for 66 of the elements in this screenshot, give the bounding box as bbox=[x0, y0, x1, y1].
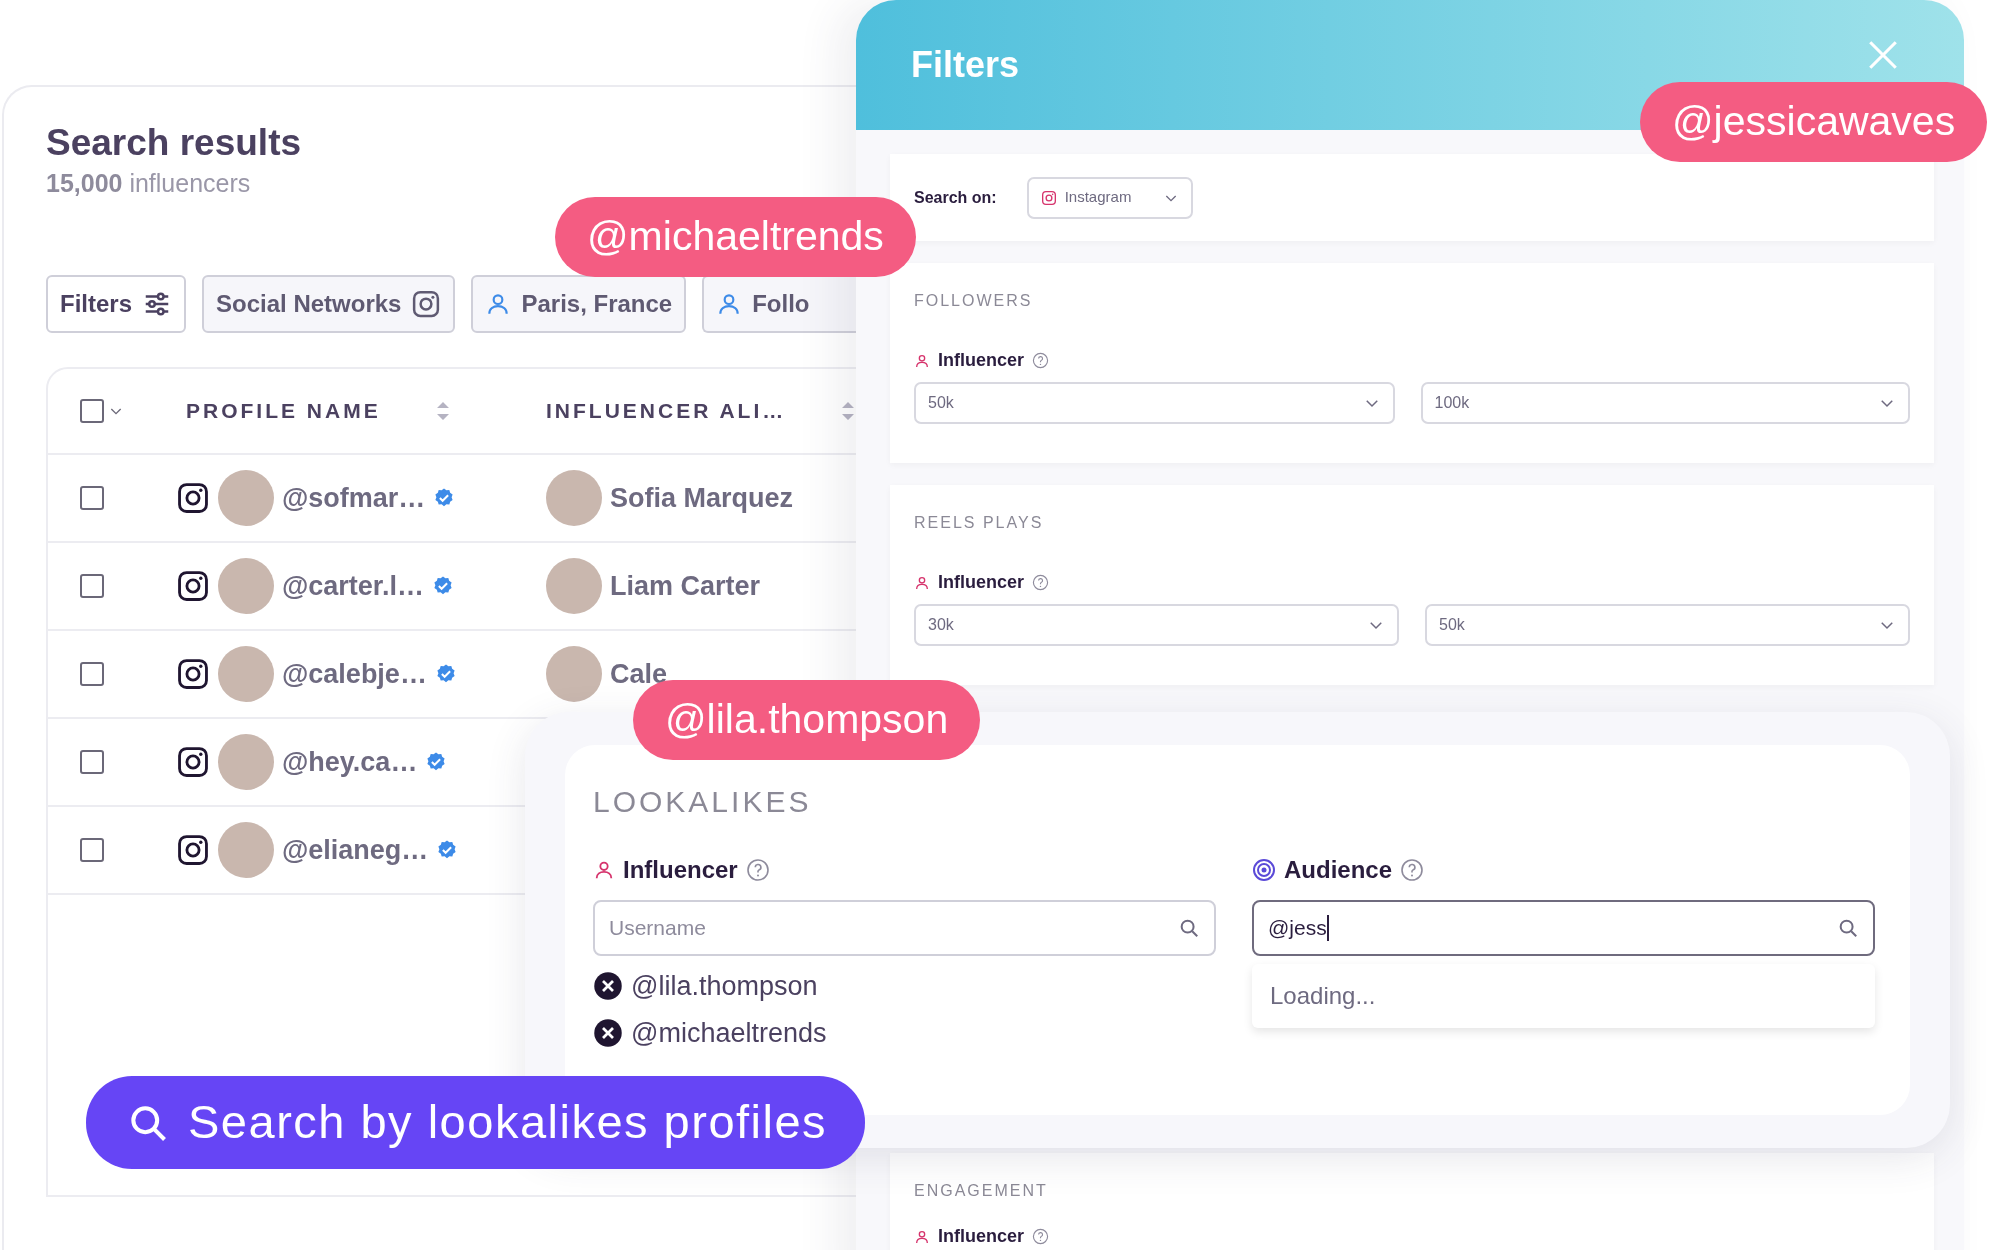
field-label: Audience bbox=[1284, 855, 1393, 885]
checkbox[interactable] bbox=[80, 485, 104, 510]
banner-text: Search by lookalikes profiles bbox=[188, 1094, 828, 1151]
field-label: Influencer bbox=[938, 349, 1025, 372]
help-icon bbox=[745, 858, 770, 882]
remove-icon[interactable] bbox=[593, 971, 623, 1002]
profile-handle[interactable]: @calebje… bbox=[282, 653, 427, 695]
help-icon bbox=[1032, 352, 1050, 369]
checkbox[interactable] bbox=[80, 749, 104, 774]
result-count: 15,000 influencers bbox=[46, 168, 252, 200]
filter-chip[interactable]: Paris, France bbox=[471, 274, 687, 333]
username-tag: @jessicawaves bbox=[1640, 82, 1988, 162]
network-select[interactable]: Instagram bbox=[1026, 176, 1193, 219]
filter-chip[interactable]: Social Networks bbox=[202, 274, 456, 333]
section-title: LOOKALIKES bbox=[593, 784, 813, 820]
column-header: PROFILE NAME bbox=[186, 398, 381, 425]
person-icon bbox=[593, 859, 615, 881]
filter-chip[interactable]: Follo bbox=[702, 274, 856, 333]
checkbox[interactable] bbox=[80, 398, 104, 423]
field-label: Influencer bbox=[623, 855, 738, 885]
instagram-icon bbox=[176, 744, 210, 779]
person-icon bbox=[914, 574, 930, 591]
range-select[interactable]: 30k bbox=[914, 604, 1399, 646]
help-icon bbox=[1032, 1228, 1050, 1245]
column-header: INFLUENCER ALI… bbox=[546, 398, 787, 425]
influencer-name: Liam Carter bbox=[610, 569, 761, 603]
instagram-icon bbox=[176, 480, 210, 515]
profile-handle[interactable]: @hey.ca… bbox=[282, 741, 418, 783]
results-title: Search results bbox=[46, 121, 303, 165]
instagram-icon bbox=[176, 832, 210, 867]
username-field[interactable]: Username bbox=[593, 900, 1216, 956]
help-icon bbox=[1032, 574, 1050, 591]
instagram-icon bbox=[176, 568, 210, 603]
filters-button[interactable]: Filters bbox=[46, 274, 187, 333]
help-icon bbox=[1400, 858, 1425, 882]
search-icon bbox=[1178, 917, 1200, 939]
selected-username: @lila.thompson bbox=[631, 970, 818, 1003]
text-cursor bbox=[1326, 915, 1329, 941]
range-select[interactable]: 50k bbox=[1425, 604, 1910, 646]
profile-handle[interactable]: @sofmar… bbox=[282, 477, 426, 519]
audience-search-field[interactable]: @jess bbox=[1252, 900, 1875, 956]
instagram-icon bbox=[176, 656, 210, 691]
search-on-label: Search on: bbox=[914, 187, 997, 208]
profile-handle[interactable]: @carter.l… bbox=[282, 565, 424, 607]
checkbox[interactable] bbox=[80, 661, 104, 686]
field-label: Influencer bbox=[938, 571, 1025, 594]
loading-message: Loading... bbox=[1252, 964, 1875, 1028]
target-icon bbox=[1252, 858, 1276, 882]
selected-username: @michaeltrends bbox=[631, 1016, 827, 1050]
range-select[interactable]: 50k bbox=[914, 382, 1395, 424]
influencer-name: Sofia Marquez bbox=[610, 481, 794, 515]
section-title: FOLLOWERS bbox=[914, 291, 1034, 311]
instagram-icon bbox=[1040, 189, 1057, 206]
person-icon bbox=[914, 352, 930, 369]
range-select[interactable]: 100k bbox=[1420, 382, 1910, 424]
search-icon bbox=[1837, 917, 1859, 939]
profile-handle[interactable]: @elianeg… bbox=[282, 829, 429, 871]
section-title: REELS PLAYS bbox=[914, 513, 1045, 533]
person-icon bbox=[914, 1228, 930, 1245]
checkbox[interactable] bbox=[80, 573, 104, 598]
instagram-icon bbox=[411, 288, 442, 319]
section-title: ENGAGEMENT bbox=[914, 1181, 1049, 1201]
filters-title: Filters bbox=[911, 43, 1020, 87]
checkbox[interactable] bbox=[80, 837, 104, 862]
field-label: Influencer bbox=[938, 1225, 1025, 1248]
remove-icon[interactable] bbox=[593, 1017, 623, 1048]
